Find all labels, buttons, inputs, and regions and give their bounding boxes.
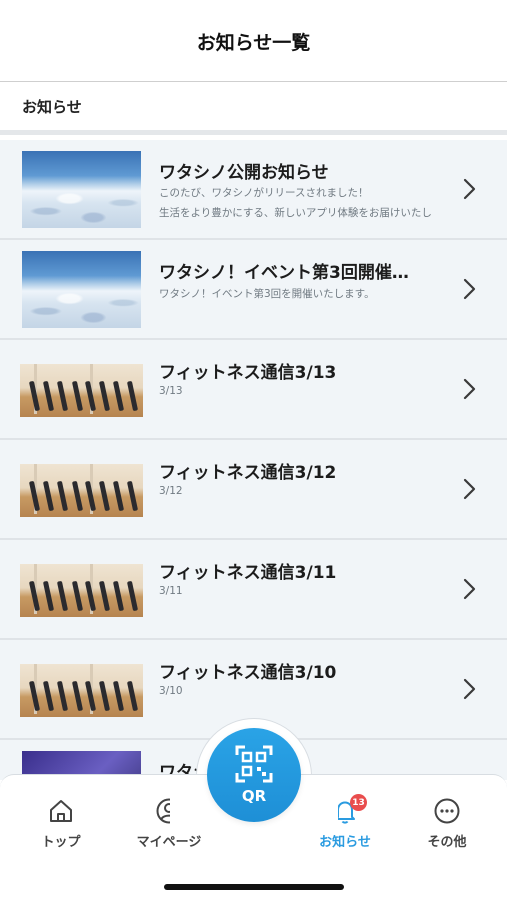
news-date: 3/10: [159, 685, 183, 697]
news-title: フィットネス通信3/13: [159, 363, 337, 383]
news-list[interactable]: ワタシノ公開お知らせ このたび、ワタシノがリリースされました！ 生活をより豊かに…: [0, 140, 507, 780]
news-title: ワタシノ！イベント第3回開催…: [159, 263, 409, 283]
news-thumbnail: [22, 251, 141, 328]
news-thumbnail: [20, 564, 143, 617]
news-excerpt: ワタシノ！イベント第3回を開催いたします。: [159, 288, 375, 300]
tab-top[interactable]: トップ: [16, 797, 106, 850]
home-icon: [50, 800, 72, 822]
page-title: お知らせ一覧: [196, 32, 311, 54]
news-excerpt: このたび、ワタシノがリリースされました！: [159, 187, 369, 199]
news-thumbnail: [20, 664, 143, 717]
news-thumbnail: [20, 464, 143, 517]
chevron-right-icon: [463, 678, 476, 700]
news-title: ワタシノ公開お知らせ: [159, 163, 329, 183]
news-date: 3/11: [159, 585, 183, 597]
news-title: フィットネス通信3/10: [159, 663, 337, 683]
chevron-right-icon: [463, 478, 476, 500]
chevron-right-icon: [463, 378, 476, 400]
tab-label: その他: [427, 835, 467, 850]
news-excerpt: 生活をより豊かにする、新しいアプリ体験をお届けいたし: [159, 207, 432, 219]
section-header: お知らせ: [0, 83, 507, 135]
qr-scan-icon: [235, 745, 273, 783]
news-date: 3/12: [159, 485, 183, 497]
news-title: フィットネス通信3/11: [159, 563, 337, 583]
news-thumbnail: [20, 364, 143, 417]
more-icon: [434, 798, 460, 824]
chevron-right-icon: [463, 178, 476, 200]
qr-label: QR: [241, 787, 267, 805]
chevron-right-icon: [463, 578, 476, 600]
news-item[interactable]: ワタシノ公開お知らせ このたび、ワタシノがリリースされました！ 生活をより豊かに…: [0, 140, 507, 240]
home-indicator: [164, 884, 344, 890]
news-thumbnail: [22, 151, 141, 228]
qr-button[interactable]: QR: [207, 728, 301, 822]
news-item[interactable]: ワタシノ！イベント第3回開催… ワタシノ！イベント第3回を開催いたします。: [0, 240, 507, 340]
tab-label: トップ: [41, 835, 81, 850]
news-item[interactable]: フィットネス通信3/11 3/11: [0, 540, 507, 640]
section-label: お知らせ: [22, 98, 82, 116]
news-title: フィットネス通信3/12: [159, 463, 337, 483]
news-item[interactable]: フィットネス通信3/12 3/12: [0, 440, 507, 540]
app-header: お知らせ一覧: [0, 0, 507, 82]
tab-other[interactable]: その他: [402, 797, 492, 850]
notification-badge: 13: [350, 794, 367, 811]
chevron-right-icon: [463, 278, 476, 300]
news-date: 3/13: [159, 385, 183, 397]
news-item[interactable]: フィットネス通信3/13 3/13: [0, 340, 507, 440]
